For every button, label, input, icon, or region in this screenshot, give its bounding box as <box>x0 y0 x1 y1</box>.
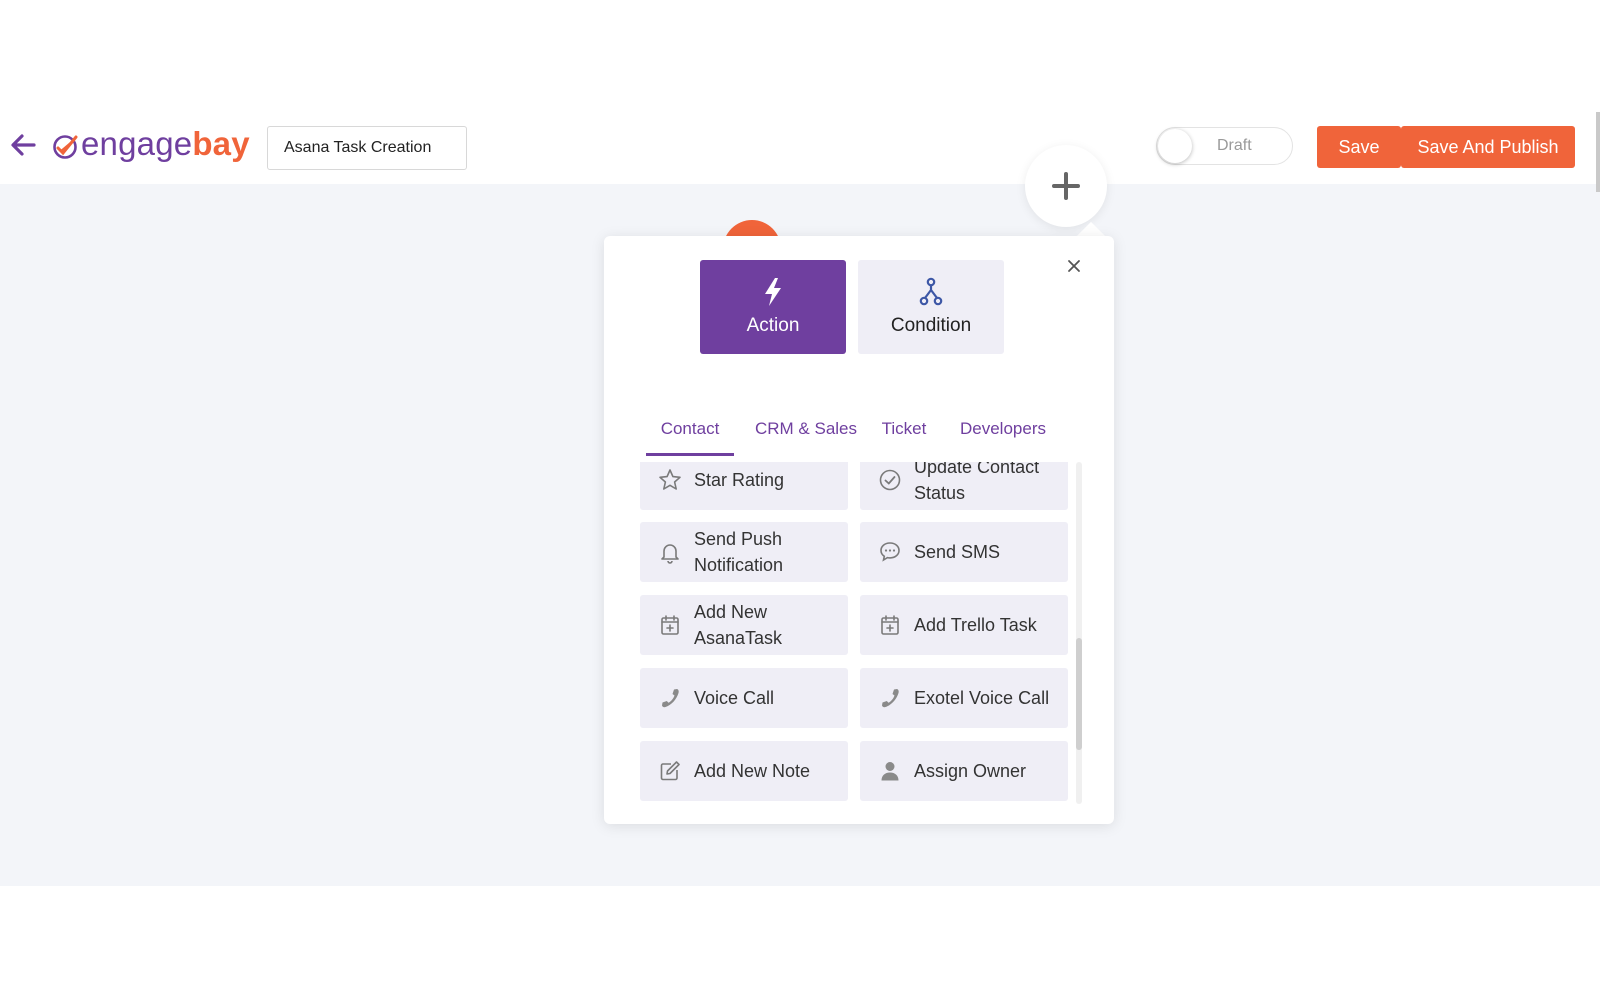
logo-mark-icon <box>53 135 78 159</box>
tab-contact[interactable]: Contact <box>646 412 734 456</box>
condition-card-label: Condition <box>890 315 972 336</box>
item-label: Send Push Notification <box>694 529 784 575</box>
back-arrow-icon[interactable] <box>8 130 38 160</box>
save-button[interactable]: Save <box>1317 126 1401 168</box>
item-label: Add New AsanaTask <box>694 602 783 648</box>
action-list[interactable]: Star Rating Update Contact Status Send P… <box>640 462 1080 814</box>
toggle-label: Draft <box>1217 137 1252 154</box>
item-label: Voice Call <box>694 688 775 708</box>
condition-type-card[interactable]: Condition <box>858 260 1004 354</box>
item-label: Assign Owner <box>914 761 1027 781</box>
check-circle-icon <box>876 466 904 494</box>
logo-text-bay: bay <box>192 125 250 162</box>
action-exotel-voice-call[interactable]: Exotel Voice Call <box>860 668 1068 728</box>
action-add-new-asanatask[interactable]: Add New AsanaTask <box>640 595 848 655</box>
lightning-icon <box>765 278 781 306</box>
calendar-plus-icon <box>876 611 904 639</box>
action-star-rating[interactable]: Star Rating <box>640 462 848 510</box>
item-label: Update Contact Status <box>914 462 1040 503</box>
phone-icon <box>876 684 904 712</box>
action-update-contact-status[interactable]: Update Contact Status <box>860 462 1068 510</box>
page-scrollbar[interactable] <box>1596 112 1600 192</box>
item-label: Send SMS <box>914 542 1001 562</box>
logo-text-engage: engage <box>81 125 193 162</box>
action-card-label: Action <box>746 315 800 336</box>
plus-icon <box>1052 172 1080 200</box>
edit-note-icon <box>656 757 684 785</box>
star-icon <box>656 466 684 494</box>
phone-icon <box>656 684 684 712</box>
item-label: Exotel Voice Call <box>914 688 1050 708</box>
add-step-popup: Action Condition Contact CRM & Sales Tic… <box>604 236 1114 824</box>
action-type-card[interactable]: Action <box>700 260 846 354</box>
item-label: Star Rating <box>694 470 785 490</box>
category-tabs: Contact CRM & Sales Ticket Developers <box>646 412 1076 456</box>
item-label: Add New Note <box>694 761 811 781</box>
branch-icon <box>919 277 943 306</box>
close-icon[interactable] <box>1064 256 1084 276</box>
action-send-push-notification[interactable]: Send Push Notification <box>640 522 848 582</box>
action-assign-owner[interactable]: Assign Owner <box>860 741 1068 801</box>
list-scrollbar-thumb[interactable] <box>1076 638 1082 750</box>
action-add-trello-task[interactable]: Add Trello Task <box>860 595 1068 655</box>
add-step-button[interactable] <box>1025 145 1107 227</box>
bell-icon <box>656 538 684 566</box>
tab-developers[interactable]: Developers <box>956 412 1050 456</box>
tab-crm-sales[interactable]: CRM & Sales <box>752 412 860 456</box>
calendar-plus-icon <box>656 611 684 639</box>
tab-ticket[interactable]: Ticket <box>878 412 930 456</box>
draft-toggle[interactable]: Draft <box>1156 127 1293 165</box>
engagebay-logo[interactable]: engage bay <box>52 124 250 164</box>
save-and-publish-button[interactable]: Save And Publish <box>1401 126 1575 168</box>
list-scrollbar-track[interactable] <box>1076 462 1082 804</box>
item-label: Add Trello Task <box>914 615 1037 635</box>
workflow-name-input[interactable] <box>267 126 467 170</box>
action-add-new-note[interactable]: Add New Note <box>640 741 848 801</box>
action-voice-call[interactable]: Voice Call <box>640 668 848 728</box>
action-send-sms[interactable]: Send SMS <box>860 522 1068 582</box>
chat-bubble-icon <box>876 538 904 566</box>
toggle-knob[interactable] <box>1158 129 1192 163</box>
user-icon <box>876 757 904 785</box>
